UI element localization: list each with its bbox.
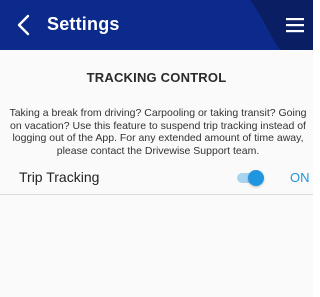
app-header: Settings <box>0 0 313 50</box>
page-title: Settings <box>47 14 120 34</box>
back-button[interactable] <box>10 9 36 41</box>
hamburger-menu-icon <box>286 18 304 33</box>
menu-button[interactable] <box>283 13 307 37</box>
section-heading: TRACKING CONTROL <box>86 70 227 85</box>
tracking-control-section: TRACKING CONTROL Taking a break from dri… <box>0 50 313 297</box>
trip-tracking-status: ON <box>290 170 310 185</box>
settings-screen: Settings TRACKING CONTROL Taking a break… <box>0 0 313 297</box>
trip-tracking-toggle[interactable] <box>235 170 265 186</box>
chevron-left-icon <box>17 14 30 36</box>
trip-tracking-label: Trip Tracking <box>19 169 100 185</box>
trip-tracking-row: Trip Tracking ON <box>0 164 313 195</box>
toggle-thumb <box>248 170 264 186</box>
tracking-description: Taking a break from driving? Carpooling … <box>9 107 307 157</box>
